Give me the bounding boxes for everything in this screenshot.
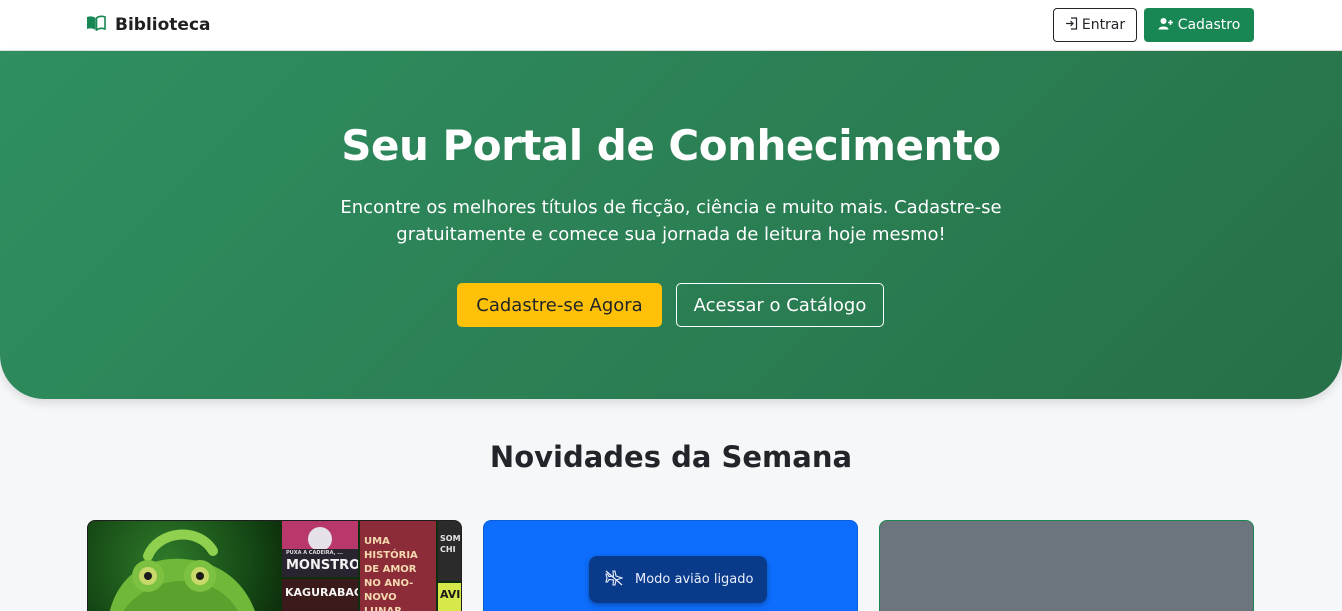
news-card-1[interactable]: PUXA A CADEIRA, ... MONSTRO UMA HISTÓRIA… — [87, 520, 462, 611]
book-cover-monstro: PUXA A CADEIRA, ... MONSTRO — [282, 521, 358, 577]
book-cover-kagurabachi: KAGURABACHI — [282, 579, 358, 611]
catalog-button[interactable]: Acessar o Catálogo — [676, 283, 884, 327]
brand-link[interactable]: Biblioteca — [86, 13, 211, 37]
user-plus-icon — [1158, 17, 1173, 34]
cover-title: UMA HISTÓRIA DE AMOR NO ANO-NOVO LUNAR — [364, 536, 418, 611]
toast-text: Modo avião ligado — [635, 572, 754, 587]
book-covers-collage: PUXA A CADEIRA, ... MONSTRO UMA HISTÓRIA… — [282, 521, 461, 611]
hero-section: Seu Portal de Conhecimento Encontre os m… — [0, 51, 1342, 399]
login-button[interactable]: Entrar — [1053, 8, 1137, 42]
news-card-2[interactable]: Modo avião ligado — [483, 520, 858, 611]
sign-in-icon — [1065, 16, 1078, 34]
news-section-title: Novidades da Semana — [489, 440, 853, 474]
cover-title: KAGURABACHI — [285, 586, 358, 599]
book-open-icon — [86, 15, 106, 35]
airplane-mode-toast: Modo avião ligado — [589, 556, 767, 603]
news-card-3[interactable] — [879, 520, 1254, 611]
airplane-off-icon — [605, 569, 624, 590]
brand-name: Biblioteca — [115, 15, 211, 35]
signup-label: Cadastro — [1177, 17, 1241, 33]
chameleon-image — [88, 521, 283, 611]
signup-button[interactable]: Cadastro — [1144, 8, 1254, 42]
hero-subtitle-line-2: gratuitamente e comece sua jornada de le… — [396, 224, 946, 245]
login-label: Entrar — [1081, 17, 1126, 33]
hero-subtitle: Encontre os melhores títulos de ficção, … — [321, 194, 1021, 248]
cover-small-text: PUXA A CADEIRA, ... — [286, 550, 343, 556]
signup-now-button[interactable]: Cadastre-se Agora — [457, 283, 662, 327]
hero-subtitle-line-1: Encontre os melhores títulos de ficção, … — [340, 197, 1002, 218]
cover-title: MONSTRO — [286, 558, 358, 573]
book-cover-ano-novo: UMA HISTÓRIA DE AMOR NO ANO-NOVO LUNAR — [360, 521, 436, 611]
cover-title: SOMKIL CHI — [440, 534, 461, 554]
top-navbar: Biblioteca Entrar Cadastro — [0, 0, 1342, 51]
book-cover-avi: AVI — [438, 583, 461, 611]
book-cover-somkil: SOMKIL CHI — [438, 521, 461, 581]
cover-title: AVI — [440, 588, 461, 601]
hero-title: Seu Portal de Conhecimento — [341, 121, 1001, 170]
